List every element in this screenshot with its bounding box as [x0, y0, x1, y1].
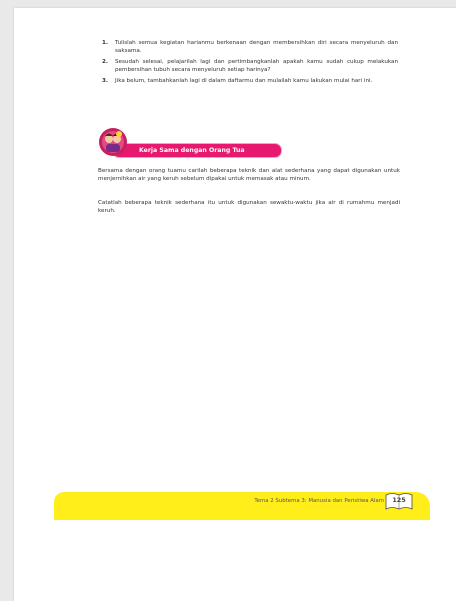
footer-band: Tema 2 Subtema 3: Manusia dan Peristiwa … — [54, 492, 430, 520]
footer-theme-text: Tema 2 Subtema 3: Manusia dan Peristiwa … — [254, 498, 384, 504]
family-illustration-icon — [99, 128, 127, 156]
step-text: Sesudah selesai, pelajarilah lagi dan pe… — [115, 59, 398, 73]
instruction-paragraph: Bersama dengan orang tuamu carilah beber… — [98, 168, 400, 182]
book-page: 1. Tulislah semua kegiatan harianmu berk… — [14, 8, 456, 601]
step-text: Jika belum, tambahkanlah lagi di dalam d… — [115, 78, 373, 85]
page-number: 125 — [392, 496, 406, 504]
section-banner: Kerja Sama dengan Orang Tua — [98, 127, 288, 161]
instruction-paragraph: Catatlah beberapa teknik sederhana itu u… — [98, 200, 400, 214]
section-title: Kerja Sama dengan Orang Tua — [139, 147, 245, 154]
step-number: 3. — [102, 78, 109, 85]
step-number: 2. — [102, 59, 109, 66]
page-number-box: 125 — [384, 490, 414, 512]
step-text: Tulislah semua kegiatan harianmu berkena… — [115, 40, 398, 54]
activity-steps-list: 1. Tulislah semua kegiatan harianmu berk… — [102, 40, 398, 90]
list-item: 3. Jika belum, tambahkanlah lagi di dala… — [102, 78, 398, 86]
section-title-pill: Kerja Sama dengan Orang Tua — [112, 143, 282, 158]
step-number: 1. — [102, 40, 109, 46]
list-item: 2. Sesudah selesai, pelajarilah lagi dan… — [102, 59, 398, 74]
list-item: 1. Tulislah semua kegiatan harianmu berk… — [102, 40, 398, 55]
